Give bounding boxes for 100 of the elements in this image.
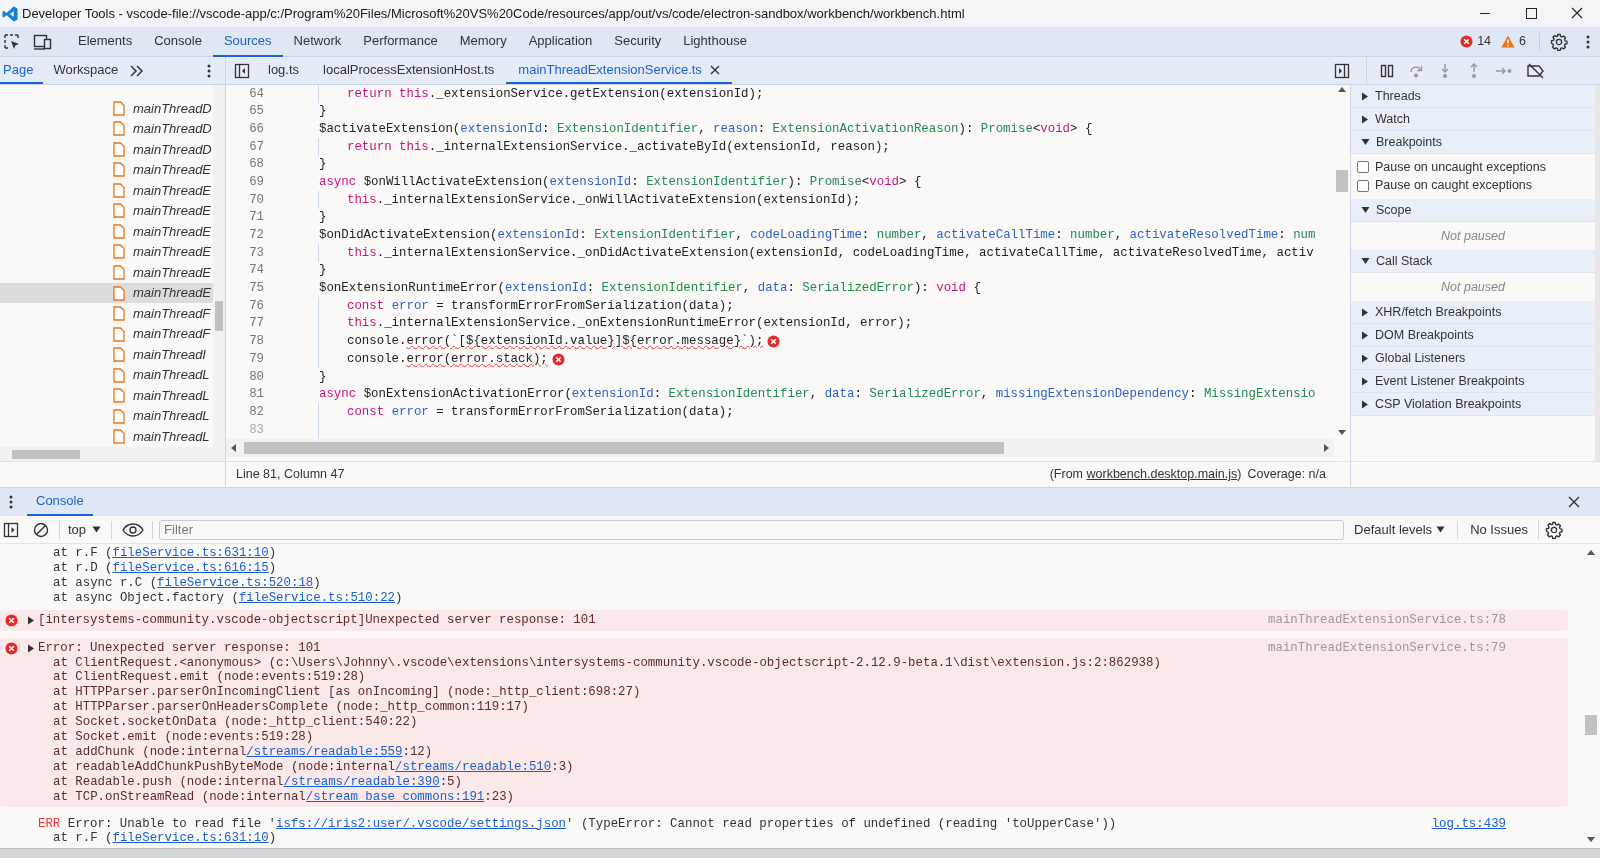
- code-line: this._internalExtensionService._onWillActivateExtension(extensionId);: [347, 191, 861, 209]
- error-icon: [551, 352, 565, 366]
- section-header[interactable]: Event Listener Breakpoints: [1351, 370, 1595, 393]
- panel-tab[interactable]: Console: [143, 26, 213, 57]
- scrollbar[interactable]: [213, 85, 225, 447]
- panel-tab[interactable]: Lighthouse: [672, 26, 758, 57]
- file-name: mainThreadL: [133, 366, 210, 385]
- section-header[interactable]: Threads: [1351, 85, 1595, 108]
- section-header[interactable]: XHR/fetch Breakpoints: [1351, 301, 1595, 324]
- file-link[interactable]: /stream_base_commons:191: [305, 789, 485, 804]
- toggle-navigator-icon[interactable]: [234, 62, 250, 79]
- checkbox[interactable]: [1357, 161, 1369, 174]
- file-link[interactable]: fileService.ts:510:22: [238, 590, 396, 605]
- pause-icon[interactable]: [1379, 62, 1395, 79]
- navigator-tab[interactable]: Workspace: [43, 57, 129, 84]
- panel-tab[interactable]: Network: [282, 26, 353, 57]
- line-number: 75: [248, 280, 265, 298]
- file-link[interactable]: /streams/readable:510: [395, 759, 552, 774]
- settings-icon[interactable]: [1544, 520, 1563, 539]
- scrollbar[interactable]: [226, 439, 1334, 457]
- source-link[interactable]: log.ts:439: [1431, 814, 1506, 834]
- line-number: 69: [248, 174, 265, 191]
- more-options-icon[interactable]: [207, 63, 211, 78]
- deactivate-breakpoints-icon[interactable]: [1526, 62, 1546, 79]
- issues-button[interactable]: No Issues: [1470, 519, 1528, 540]
- stack-line: at HTTPParser.parserOnHeadersComplete (node:_http_common:119:17): [52, 700, 530, 716]
- stack-line: at Readable.push (node:internal/streams/readable:390:5): [52, 774, 463, 790]
- caret-icon: [1436, 526, 1446, 533]
- toggle-debugger-icon[interactable]: [1334, 62, 1350, 79]
- editor-tab[interactable]: log.ts: [256, 57, 312, 84]
- tab-label: log.ts: [268, 60, 300, 79]
- section-header[interactable]: Watch: [1351, 108, 1595, 131]
- more-options-icon[interactable]: [1586, 34, 1590, 49]
- scrollbar[interactable]: [0, 447, 225, 461]
- section-header[interactable]: Global Listeners: [1351, 347, 1595, 370]
- stack-line: at Socket.emit (node:events:519:28): [52, 730, 315, 745]
- panel-tab[interactable]: Memory: [448, 26, 518, 57]
- expand-icon[interactable]: [27, 643, 35, 653]
- file-link[interactable]: fileService.ts:616:15: [112, 560, 269, 575]
- section-header[interactable]: CSP Violation Breakpoints: [1351, 393, 1595, 416]
- coverage-label: Coverage: n/a: [1247, 466, 1326, 484]
- file-link[interactable]: fileService.ts:520:18: [157, 575, 314, 590]
- expand-icon: [1361, 330, 1369, 340]
- inspect-element-icon[interactable]: [3, 32, 21, 51]
- file-item[interactable]: mainThreadE: [0, 282, 213, 304]
- checkbox[interactable]: [1357, 179, 1369, 192]
- empty-message: Not paused: [1441, 278, 1505, 296]
- file-link[interactable]: fileService.ts:631:10: [112, 546, 269, 560]
- panel-tab[interactable]: Elements: [67, 26, 144, 57]
- expand-icon[interactable]: [27, 615, 35, 625]
- code-line: }: [319, 262, 327, 280]
- file-link[interactable]: fileService.ts:631:10: [112, 831, 269, 846]
- file-name: mainThreadE: [133, 161, 212, 180]
- file-name: mainThreadE: [133, 243, 212, 262]
- panel-tab[interactable]: Security: [603, 26, 673, 57]
- levels-dropdown[interactable]: Default levels: [1354, 519, 1446, 540]
- expand-icon: [1361, 353, 1369, 363]
- code-line: return this._extensionService.getExtension(extensionId);: [347, 85, 764, 103]
- code-line: }: [319, 103, 327, 121]
- more-options-icon[interactable]: [9, 495, 13, 509]
- file-link[interactable]: /streams/readable:390: [283, 774, 440, 789]
- warning-icon: [1501, 35, 1516, 48]
- more-tabs-icon[interactable]: [130, 64, 145, 77]
- code-line: const error = transformErrorFromSerialization(data);: [347, 297, 734, 315]
- file-link[interactable]: isfs://iris2:user/.vscode/settings.json: [276, 816, 566, 831]
- stack-line: at async Object.factory (fileService.ts:510:22): [52, 590, 404, 606]
- file-link[interactable]: /streams/readable:559: [246, 744, 403, 759]
- section-header[interactable]: Scope: [1351, 199, 1595, 222]
- file-name: mainThreadL: [133, 386, 210, 405]
- toggle-sidebar-icon[interactable]: [3, 521, 19, 538]
- section-header[interactable]: Breakpoints: [1351, 131, 1595, 154]
- section-header[interactable]: DOM Breakpoints: [1351, 324, 1595, 347]
- clear-console-icon[interactable]: [33, 521, 49, 538]
- live-expression-icon[interactable]: [122, 522, 145, 537]
- file-name: mainThreadE: [133, 222, 212, 241]
- section-header[interactable]: Call Stack: [1351, 250, 1595, 273]
- device-toolbar-icon[interactable]: [33, 32, 53, 51]
- close-icon[interactable]: [1568, 496, 1580, 508]
- close-icon[interactable]: [709, 64, 720, 75]
- source-link[interactable]: workbench.desktop.main.js: [1086, 467, 1238, 482]
- window-title: Developer Tools - vscode-file://vscode-app/c:/Program%20Files/Microsoft%20VS%20Code/resources/app/out/vs/code/electron-sandbox/workbench/workbench.html: [22, 4, 965, 23]
- settings-icon[interactable]: [1550, 32, 1568, 51]
- checkbox-label: Pause on uncaught exceptions: [1375, 158, 1546, 176]
- stack-line: at r.F (fileService.ts:631:10): [52, 546, 278, 561]
- file-icon: [113, 100, 125, 116]
- file-icon: [113, 306, 125, 322]
- panel-tab[interactable]: Application: [517, 26, 604, 57]
- file-icon: [113, 326, 125, 342]
- error-icon: [5, 613, 18, 627]
- editor-tab[interactable]: localProcessExtensionHost.ts: [311, 57, 507, 84]
- panel-tab[interactable]: Performance: [352, 26, 449, 57]
- code-line: this._internalExtensionService._onExtensionRuntimeError(extensionId, error);: [347, 315, 913, 333]
- context-dropdown[interactable]: top: [68, 519, 102, 540]
- filter-field[interactable]: Filter: [159, 519, 1345, 540]
- file-name: mainThreadL: [133, 428, 210, 446]
- code-line: this._internalExtensionService._onDidActivateExtension(extensionId, codeLoadingTime, activateCallTime, activateResolvedTime, activ: [347, 244, 1314, 262]
- file-icon: [113, 162, 125, 178]
- code-line: $onExtensionRuntimeError(extensionId: ExtensionIdentifier, data: SerializedError): void {: [319, 280, 981, 298]
- file-name: mainThreadE: [133, 284, 212, 303]
- errors-counter[interactable]: 14 6: [1457, 32, 1529, 51]
